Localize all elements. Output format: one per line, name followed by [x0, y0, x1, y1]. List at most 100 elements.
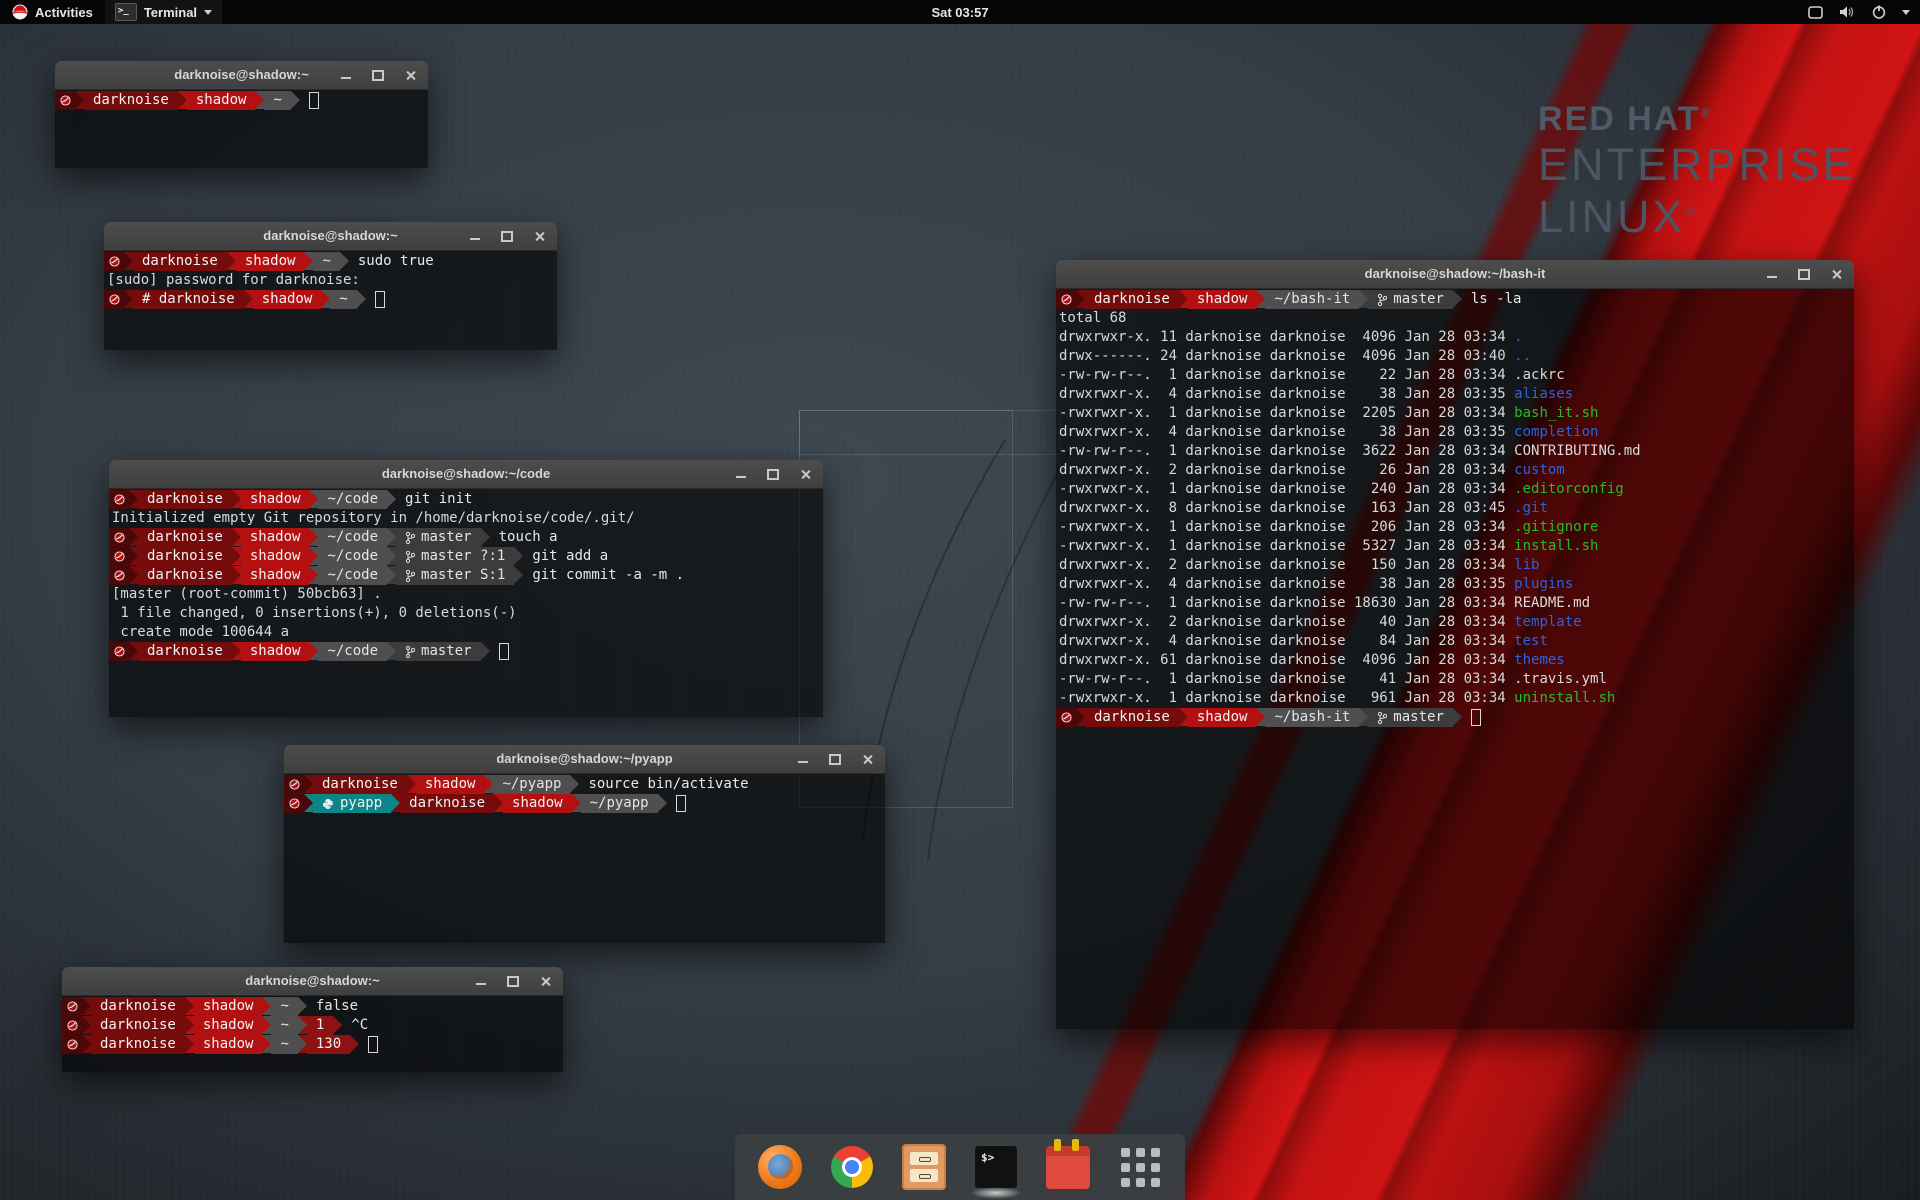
terminal-cursor[interactable]: [375, 291, 385, 308]
powerline-arrow: [407, 775, 416, 793]
window-titlebar[interactable]: darknoise@shadow:~: [62, 967, 563, 996]
app-menu-terminal[interactable]: >_ Terminal: [105, 0, 222, 24]
terminal-output-line: total 68: [1056, 309, 1854, 328]
prompt-segment-host: shadow: [241, 528, 310, 547]
chrome-icon[interactable]: [829, 1144, 875, 1190]
terminal-content[interactable]: darknoiseshadow~: [55, 90, 428, 168]
prompt-segment-user: darknoise: [133, 252, 227, 271]
firefox-icon[interactable]: [757, 1144, 803, 1190]
window-title: darknoise@shadow:~/code: [109, 460, 823, 488]
powerline-arrow: [124, 252, 133, 270]
prompt-segment-path: ~/code: [318, 547, 387, 566]
prompt-distro-icon: [67, 1039, 78, 1050]
window-title: darknoise@shadow:~/pyapp: [284, 745, 885, 773]
terminal-cursor[interactable]: [309, 92, 319, 109]
terminal-content[interactable]: darknoiseshadow~sudo true[sudo] password…: [104, 251, 557, 350]
terminal-content[interactable]: darknoiseshadow~/codegit initInitialized…: [109, 489, 823, 717]
brand-linux: LINUX®: [1538, 191, 1856, 243]
window-titlebar[interactable]: darknoise@shadow:~/pyapp: [284, 745, 885, 774]
maximize-button[interactable]: [507, 975, 519, 987]
minimize-button[interactable]: [797, 753, 809, 765]
system-status-area[interactable]: [1808, 0, 1920, 24]
prompt-segment-logo: [109, 642, 129, 661]
file-meta: drwxrwxr-x. 2 darknoise darknoise 40 Jan…: [1059, 614, 1514, 630]
window-titlebar[interactable]: darknoise@shadow:~/bash-it: [1056, 260, 1854, 289]
git-branch-icon: [405, 550, 415, 564]
prompt-segment-path: ~/code: [318, 490, 387, 509]
window-title: darknoise@shadow:~/bash-it: [1056, 260, 1854, 288]
powerline-arrow: [309, 642, 318, 660]
chrome-logo: [831, 1146, 873, 1188]
segment-text: ~/code: [327, 642, 378, 661]
window-titlebar[interactable]: darknoise@shadow:~: [55, 61, 428, 90]
file-list-row: drwxrwxr-x. 2 darknoise darknoise 150 Ja…: [1056, 556, 1854, 575]
files-icon[interactable]: [901, 1144, 947, 1190]
terminal-icon[interactable]: $>: [973, 1144, 1019, 1190]
activities-button[interactable]: Activities: [0, 0, 105, 24]
show-applications-icon[interactable]: [1117, 1144, 1163, 1190]
segment-text: shadow: [245, 252, 296, 271]
prompt-segment-host: shadow: [241, 566, 310, 585]
close-button[interactable]: [799, 468, 811, 480]
window-titlebar[interactable]: darknoise@shadow:~/code: [109, 460, 823, 489]
segment-text: darknoise: [147, 547, 223, 566]
prompt-distro-icon: [67, 1020, 78, 1031]
terminal-content[interactable]: darknoiseshadow~/bash-itmasterls -latota…: [1056, 289, 1854, 1029]
segment-text: ~/code: [327, 528, 378, 547]
terminal-content[interactable]: darknoiseshadow~/pyappsource bin/activat…: [284, 774, 885, 943]
prompt-segment-logo: [104, 290, 124, 309]
powerline-arrow: [1076, 290, 1085, 308]
file-meta: drwxrwxr-x. 2 darknoise darknoise 26 Jan…: [1059, 462, 1514, 478]
minimize-button[interactable]: [1766, 268, 1778, 280]
terminal-content[interactable]: darknoiseshadow~falsedarknoiseshadow~1^C…: [62, 996, 563, 1072]
firefox-logo: [758, 1145, 802, 1189]
maximize-button[interactable]: [501, 230, 513, 242]
maximize-button[interactable]: [1798, 268, 1810, 280]
maximize-button[interactable]: [372, 69, 384, 81]
close-icon: [800, 469, 811, 480]
terminal-cursor[interactable]: [499, 643, 509, 660]
segment-text: master: [1393, 290, 1444, 309]
segment-text: shadow: [250, 490, 301, 509]
powerline-arrow: [1453, 290, 1462, 308]
close-button[interactable]: [533, 230, 545, 242]
prompt-line: # darknoiseshadow~: [104, 290, 557, 309]
close-button[interactable]: [1830, 268, 1842, 280]
prompt-segment-logo: [62, 1035, 82, 1054]
segment-text: darknoise: [100, 1035, 176, 1054]
prompt-segment-host: shadow: [194, 1035, 263, 1054]
minimize-button[interactable]: [340, 69, 352, 81]
prompt-segment-path: ~: [330, 290, 356, 309]
minimize-button[interactable]: [475, 975, 487, 987]
close-button[interactable]: [404, 69, 416, 81]
powerline-arrow: [75, 91, 84, 109]
terminal-cursor[interactable]: [368, 1036, 378, 1053]
terminal-cursor[interactable]: [676, 795, 686, 812]
toolbox-icon[interactable]: [1045, 1144, 1091, 1190]
terminal-cursor[interactable]: [1471, 709, 1481, 726]
clock[interactable]: Sat 03:57: [931, 5, 988, 20]
file-list-row: -rw-rw-r--. 1 darknoise darknoise 22 Jan…: [1056, 366, 1854, 385]
powerline-arrow: [1453, 708, 1462, 726]
close-button[interactable]: [861, 753, 873, 765]
close-button[interactable]: [539, 975, 551, 987]
terminal-window: darknoise@shadow:~darknoiseshadow~falsed…: [62, 967, 563, 1072]
segment-text: darknoise: [1094, 290, 1170, 309]
terminal-window: darknoise@shadow:~darknoiseshadow~: [55, 61, 428, 168]
maximize-button[interactable]: [767, 468, 779, 480]
prompt-segment-logo: [1056, 290, 1076, 309]
powerline-arrow: [357, 290, 366, 308]
powerline-arrow: [244, 290, 253, 308]
prompt-segment-host: shadow: [1188, 290, 1257, 309]
file-meta: drwxrwxr-x. 61 darknoise darknoise 4096 …: [1059, 652, 1514, 668]
minimize-button[interactable]: [735, 468, 747, 480]
redhat-logo-icon: [12, 4, 28, 20]
terminal-window: darknoise@shadow:~/pyappdarknoiseshadow~…: [284, 745, 885, 943]
window-buttons: [797, 745, 873, 773]
powerline-arrow: [255, 91, 264, 109]
segment-text: shadow: [1197, 708, 1248, 727]
maximize-button[interactable]: [829, 753, 841, 765]
window-titlebar[interactable]: darknoise@shadow:~: [104, 222, 557, 251]
segment-text: shadow: [250, 642, 301, 661]
minimize-button[interactable]: [469, 230, 481, 242]
